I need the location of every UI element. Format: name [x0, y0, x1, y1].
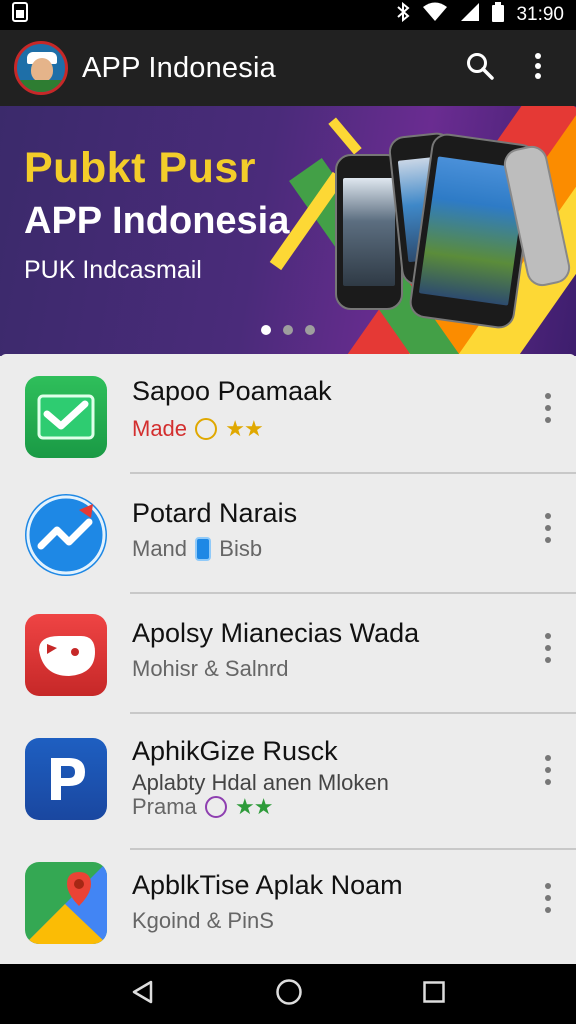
maps-icon: [25, 862, 107, 944]
app-meta-left: Mand: [132, 536, 188, 561]
check-mail-icon: [37, 394, 95, 440]
page-dot[interactable]: [305, 325, 315, 335]
system-nav-bar: [0, 964, 576, 1024]
banner-subtitle: APP Indonesia: [24, 200, 290, 242]
wifi-icon: [422, 2, 448, 28]
home-circle-icon: [276, 978, 302, 1005]
app-icon: [25, 614, 107, 696]
fish-icon: [39, 636, 95, 676]
more-options-button[interactable]: [530, 874, 566, 922]
bluetooth-icon: [396, 1, 410, 28]
more-options-button[interactable]: [530, 624, 566, 672]
phone-badge-icon: [195, 537, 212, 561]
list-item[interactable]: AphikGize Rusck Aplabty Hdal anen Mloken…: [0, 714, 576, 848]
rating-stars: ★★: [225, 416, 263, 441]
back-triangle-icon: [132, 980, 152, 1003]
list-item[interactable]: Apolsy Mianecias Wada Mohisr & Salnrd: [0, 594, 576, 714]
app-meta: Mohisr & Salnrd: [132, 656, 289, 681]
app-logo[interactable]: [14, 41, 68, 95]
battery-icon: [492, 2, 505, 28]
page-dot[interactable]: [283, 325, 293, 335]
app-icon: [25, 376, 107, 458]
back-button[interactable]: [130, 979, 156, 1010]
app-name: AphikGize Rusck: [132, 736, 338, 766]
more-options-button[interactable]: [530, 746, 566, 794]
signal-icon: [460, 2, 480, 28]
search-button[interactable]: [456, 44, 504, 92]
app-name: Apolsy Mianecias Wada: [132, 618, 420, 648]
app-meta-secondary: Prama ★★: [132, 794, 274, 820]
banner-tagline: PUK Indcasmail: [24, 256, 202, 284]
list-item[interactable]: ApblkTise Aplak Noam Kgoind & PinS: [0, 850, 576, 964]
overflow-menu-button[interactable]: [514, 44, 562, 92]
app-name: Potard Narais: [132, 498, 298, 528]
app-meta: Aplabty Hdal anen Mloken: [132, 770, 389, 795]
trend-chart-icon: [26, 495, 106, 575]
status-time: 31:90: [516, 4, 564, 25]
more-options-button[interactable]: [530, 504, 566, 552]
app-meta: Kgoind & PinS: [132, 908, 274, 933]
list-item[interactable]: Sapoo Poamaak Made ★★: [0, 354, 576, 474]
recents-button[interactable]: [422, 980, 446, 1009]
app-name: Sapoo Poamaak: [132, 376, 332, 406]
page-dot[interactable]: [261, 325, 271, 335]
status-bar: 31:90: [0, 0, 576, 30]
recents-square-icon: [423, 980, 446, 1003]
app-name: ApblkTise Aplak Noam: [132, 870, 403, 900]
promo-banner[interactable]: Pubkt Pusr APP Indonesia PUK Indcasmail: [0, 106, 576, 356]
banner-title: Pubkt Pusr: [24, 144, 256, 192]
app-bar: APP Indonesia: [0, 30, 576, 106]
list-item[interactable]: Potard Narais Mand Bisb: [0, 474, 576, 594]
more-vert-icon: [533, 52, 543, 85]
more-options-button[interactable]: [530, 384, 566, 432]
app-meta-label: Made: [132, 416, 188, 441]
app-icon: [25, 494, 107, 576]
banner-page-indicator: [0, 325, 576, 335]
sim-card-icon: [12, 2, 28, 28]
app-list: Sapoo Poamaak Made ★★ Potard Narais Mand…: [0, 354, 576, 964]
app-meta: Made ★★: [132, 416, 264, 442]
home-button[interactable]: [275, 978, 303, 1011]
app-meta: Mand Bisb: [132, 536, 262, 562]
trend-badge-icon: [195, 418, 218, 440]
trend-badge-icon: [204, 796, 227, 818]
app-icon: [25, 862, 107, 944]
rating-stars: ★★: [235, 794, 273, 819]
app-meta-label: Prama: [132, 794, 197, 819]
app-icon: [25, 738, 107, 820]
app-meta-right: Bisb: [219, 536, 263, 561]
parking-icon: [51, 758, 85, 800]
app-title: APP Indonesia: [82, 51, 276, 84]
search-icon: [465, 51, 495, 86]
